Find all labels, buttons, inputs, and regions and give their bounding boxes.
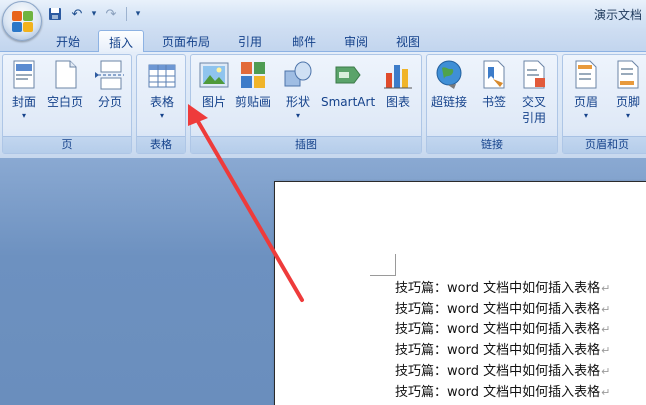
- smartart-button[interactable]: SmartArt: [321, 59, 375, 109]
- table-icon: [147, 59, 177, 91]
- group-tables-label: 表格: [137, 136, 185, 153]
- picture-icon: [199, 59, 229, 91]
- clip-art-icon: [238, 59, 268, 91]
- office-logo-icon: [12, 11, 34, 33]
- footer-icon: [613, 59, 643, 91]
- footer-label: 页脚: [615, 95, 640, 109]
- tab-references[interactable]: 引用: [228, 30, 272, 52]
- footer-dropdown[interactable]: ▾: [626, 111, 630, 120]
- document-line[interactable]: 技巧篇：word 文档中如何插入表格↵: [395, 321, 610, 339]
- ribbon-tabs: 开始 插入 页面布局 引用 邮件 审阅 视图: [0, 28, 646, 53]
- page-break-label: 分页: [97, 95, 122, 109]
- title-bar: ↶ ▾ ↷ ▾ 演示文档: [0, 0, 646, 28]
- group-tables: 表格 ▾ 表格: [136, 54, 186, 154]
- customize-qat-button[interactable]: ▾: [133, 5, 143, 23]
- cover-page-button[interactable]: 封面 ▾: [9, 59, 39, 120]
- document-line[interactable]: 技巧篇：word 文档中如何插入表格↵: [395, 342, 610, 360]
- picture-label: 图片: [201, 95, 226, 109]
- footer-button[interactable]: 页脚 ▾: [613, 59, 643, 120]
- header-dropdown[interactable]: ▾: [584, 111, 588, 120]
- group-header-footer-label: 页眉和页: [563, 136, 646, 153]
- clip-art-label: 剪贴画: [235, 95, 272, 109]
- quick-access-toolbar: ↶ ▾ ↷ ▾: [46, 4, 143, 24]
- bookmark-label: 书签: [481, 95, 506, 109]
- undo-button[interactable]: ↶: [68, 5, 86, 23]
- line-text: 技巧篇：word 文档中如何插入表格: [395, 385, 601, 400]
- group-illustrations: 图片 剪贴画 形状 ▾ SmartArt 图表 插图: [190, 54, 422, 154]
- paragraph-mark: ↵: [601, 303, 611, 316]
- table-label: 表格: [149, 95, 174, 109]
- document-line[interactable]: 技巧篇：word 文档中如何插入表格↵: [395, 301, 610, 319]
- tab-view[interactable]: 视图: [386, 30, 430, 52]
- undo-dropdown[interactable]: ▾: [90, 5, 98, 23]
- save-button[interactable]: [46, 5, 64, 23]
- paragraph-mark: ↵: [601, 344, 611, 357]
- line-text: 技巧篇：word 文档中如何插入表格: [395, 343, 601, 358]
- tab-home[interactable]: 开始: [44, 30, 92, 52]
- office-button[interactable]: [2, 1, 42, 41]
- qat-separator: [126, 7, 127, 21]
- picture-button[interactable]: 图片: [199, 59, 229, 109]
- paragraph-mark: ↵: [601, 365, 611, 378]
- ribbon: 封面 ▾ 空白页 分页 页 表格 ▾ 表格 图片 剪贴画 形状 ▾ SmartA…: [0, 52, 646, 158]
- paragraph-mark: ↵: [601, 323, 611, 336]
- line-text: 技巧篇：word 文档中如何插入表格: [395, 302, 601, 317]
- cross-reference-button[interactable]: 交叉 引用: [519, 59, 549, 125]
- cross-reference-icon: [519, 59, 549, 91]
- document-line[interactable]: 技巧篇：word 文档中如何插入表格↵: [395, 384, 610, 402]
- page-break-button[interactable]: 分页: [95, 59, 125, 109]
- blank-page-label: 空白页: [47, 95, 84, 109]
- header-icon: [571, 59, 601, 91]
- blank-page-icon: [50, 59, 80, 91]
- header-label: 页眉: [573, 95, 598, 109]
- redo-button[interactable]: ↷: [102, 5, 120, 23]
- blank-page-button[interactable]: 空白页: [47, 59, 83, 109]
- paragraph-mark: ↵: [601, 282, 611, 295]
- document-line[interactable]: 技巧篇：word 文档中如何插入表格↵: [395, 280, 610, 298]
- tab-mailings[interactable]: 邮件: [282, 30, 326, 52]
- shapes-dropdown[interactable]: ▾: [296, 111, 300, 120]
- group-pages: 封面 ▾ 空白页 分页 页: [2, 54, 132, 154]
- chart-button[interactable]: 图表: [383, 59, 413, 109]
- cross-reference-label-1: 交叉: [521, 95, 546, 109]
- hyperlink-label: 超链接: [431, 95, 468, 109]
- line-text: 技巧篇：word 文档中如何插入表格: [395, 322, 601, 337]
- header-button[interactable]: 页眉 ▾: [571, 59, 601, 120]
- cover-page-icon: [9, 59, 39, 91]
- line-text: 技巧篇：word 文档中如何插入表格: [395, 281, 601, 296]
- group-pages-label: 页: [3, 136, 131, 153]
- save-icon: [49, 8, 61, 20]
- paragraph-mark: ↵: [601, 386, 611, 399]
- group-links-label: 链接: [427, 136, 557, 153]
- clip-art-button[interactable]: 剪贴画: [235, 59, 271, 109]
- page-break-icon: [95, 59, 125, 91]
- document-line[interactable]: 技巧篇：word 文档中如何插入表格↵: [395, 363, 610, 381]
- shapes-button[interactable]: 形状 ▾: [283, 59, 313, 120]
- group-illustrations-label: 插图: [191, 136, 421, 153]
- window-title: 演示文档: [593, 8, 642, 22]
- shapes-label: 形状: [285, 95, 310, 109]
- margin-corner-mark: [370, 254, 396, 276]
- cross-reference-label-2: 引用: [521, 111, 546, 125]
- shapes-icon: [283, 59, 313, 91]
- table-dropdown[interactable]: ▾: [160, 111, 164, 120]
- smartart-icon: [333, 59, 363, 91]
- tab-page-layout[interactable]: 页面布局: [152, 30, 220, 52]
- tab-insert[interactable]: 插入: [98, 30, 144, 53]
- cover-page-label: 封面: [11, 95, 36, 109]
- cover-page-dropdown[interactable]: ▾: [22, 111, 26, 120]
- tab-review[interactable]: 审阅: [334, 30, 378, 52]
- line-text: 技巧篇：word 文档中如何插入表格: [395, 364, 601, 379]
- group-links: 超链接 书签 交叉 引用 链接: [426, 54, 558, 154]
- bookmark-button[interactable]: 书签: [479, 59, 509, 109]
- globe-icon: [434, 59, 464, 91]
- hyperlink-button[interactable]: 超链接: [431, 59, 467, 109]
- group-header-footer: 页眉 ▾ 页脚 ▾ 页眉和页: [562, 54, 646, 154]
- table-button[interactable]: 表格 ▾: [147, 59, 177, 120]
- bookmark-icon: [479, 59, 509, 91]
- smartart-label: SmartArt: [321, 95, 376, 109]
- chart-icon: [383, 59, 413, 91]
- chart-label: 图表: [385, 95, 410, 109]
